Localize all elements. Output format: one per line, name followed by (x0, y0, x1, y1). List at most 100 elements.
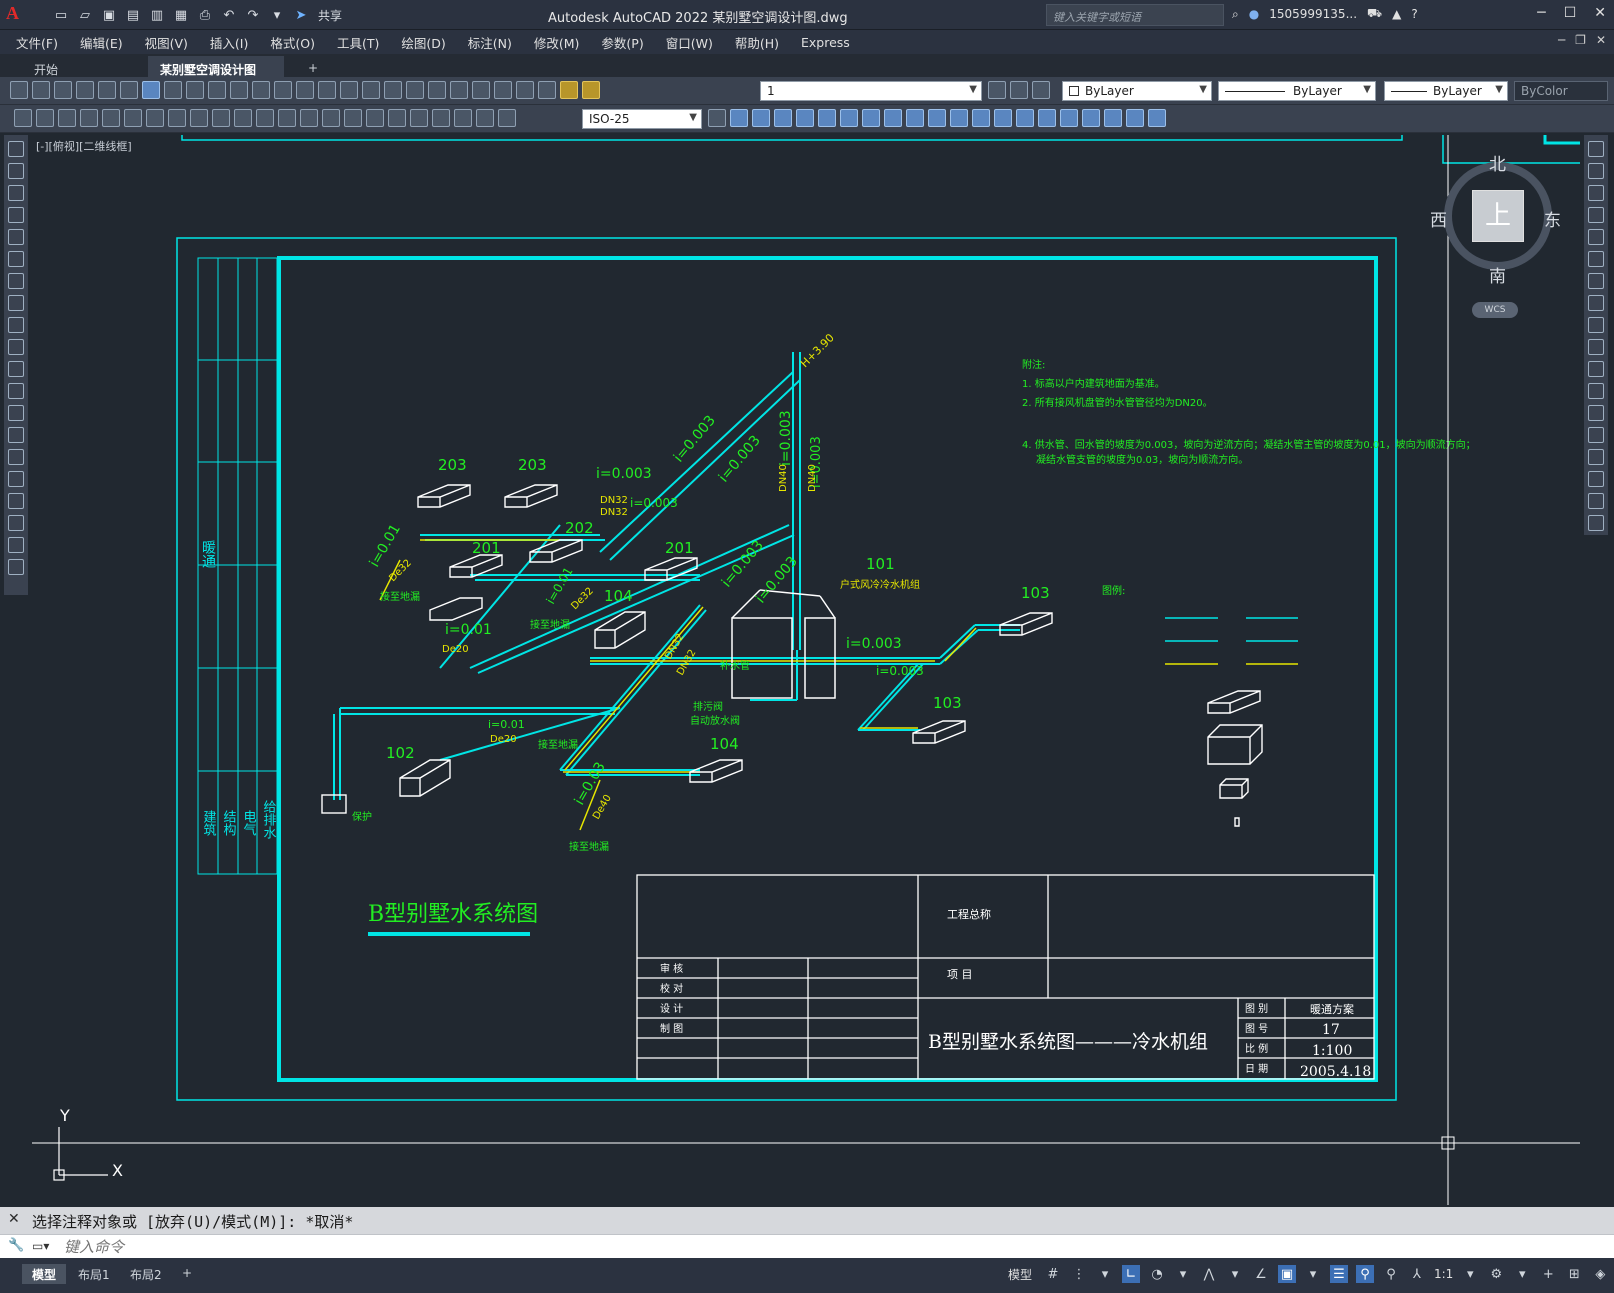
tb-markup-icon[interactable] (472, 81, 490, 99)
tb-new-icon[interactable] (10, 81, 28, 99)
explode-icon[interactable] (1588, 515, 1604, 531)
chevron-down-icon[interactable]: ▾ (1461, 1265, 1479, 1283)
view-cube-top-face[interactable]: 上 (1472, 190, 1524, 242)
revision-cloud-icon[interactable] (8, 295, 24, 311)
menu-insert[interactable]: 插入(I) (210, 33, 248, 52)
join-icon[interactable] (1588, 427, 1604, 443)
tb-sheetset-icon[interactable] (450, 81, 468, 99)
view-cube[interactable]: 上 北 南 东 西 WCS (1430, 150, 1565, 320)
tb-dim-diameter-icon[interactable] (212, 109, 230, 127)
multiline-text-icon[interactable] (8, 537, 24, 553)
polar-icon[interactable]: ◔ (1148, 1265, 1166, 1283)
menu-tools[interactable]: 工具(T) (337, 33, 379, 52)
insert-block-icon[interactable] (8, 383, 24, 399)
tb-zoom-previous-icon[interactable] (362, 81, 380, 99)
layer-dropdown[interactable]: 1 ▼ (760, 81, 982, 101)
user-name[interactable]: 1505999135... (1269, 7, 1357, 21)
tb-design-center-icon[interactable] (406, 81, 424, 99)
annotation-visibility-icon[interactable]: ⚲ (1356, 1265, 1374, 1283)
maximize-button[interactable]: ☐ (1564, 5, 1577, 21)
lineweight-icon[interactable]: ☰ (1330, 1265, 1348, 1283)
polygon-icon[interactable] (8, 207, 24, 223)
save-as-icon[interactable]: ▤ (124, 6, 142, 24)
search-input[interactable]: 键入关键字或短语 (1046, 4, 1224, 26)
customize-qat-icon[interactable]: ▾ (268, 6, 286, 24)
tb-tolerance-icon[interactable] (366, 109, 384, 127)
lineweight-dropdown[interactable]: ByLayer ▼ (1384, 81, 1508, 101)
tb-subtract-icon[interactable] (752, 109, 770, 127)
break-at-point-icon[interactable] (1588, 383, 1604, 399)
arc-icon[interactable] (8, 251, 24, 267)
circle-icon[interactable] (8, 273, 24, 289)
tb-pan-icon[interactable] (296, 81, 314, 99)
object-snap-tracking-icon[interactable]: ∠ (1252, 1265, 1270, 1283)
table-icon[interactable] (8, 515, 24, 531)
compass-east[interactable]: 东 (1544, 206, 1561, 231)
tb-undo-icon[interactable] (252, 81, 270, 99)
tb-section-icon[interactable] (884, 109, 902, 127)
tb-dim-update-icon[interactable] (498, 109, 516, 127)
isolate-objects-icon[interactable]: ◈ (1591, 1265, 1609, 1283)
gradient-icon[interactable] (8, 471, 24, 487)
extend-icon[interactable] (1588, 361, 1604, 377)
minimize-button[interactable]: ─ (1537, 5, 1545, 21)
tb-print-icon[interactable] (76, 81, 94, 99)
print-icon[interactable]: ⎙ (196, 6, 214, 24)
compass-north[interactable]: 北 (1489, 150, 1506, 175)
layout-tab-1[interactable]: 布局1 (68, 1264, 120, 1284)
menu-draw[interactable]: 绘图(D) (401, 33, 445, 52)
menu-dimension[interactable]: 标注(N) (468, 33, 512, 52)
close-window-button[interactable]: ✕ (1594, 5, 1606, 21)
help-icon[interactable]: ? (1411, 7, 1417, 21)
tb-dim-aligned-icon[interactable] (102, 109, 120, 127)
doc-close-button[interactable]: ✕ (1596, 33, 1606, 47)
tb-intersect-icon[interactable] (774, 109, 792, 127)
search-icon[interactable]: ⌕ (1232, 7, 1239, 22)
tb-properties-icon[interactable] (384, 81, 402, 99)
save-icon[interactable]: ▣ (100, 6, 118, 24)
autodesk-app-icon[interactable]: ▲ (1392, 7, 1401, 21)
tb-interfere-icon[interactable] (862, 109, 880, 127)
tb-match-icon[interactable] (14, 109, 32, 127)
undo-icon[interactable]: ↶ (220, 6, 238, 24)
doc-minimize-button[interactable]: ─ (1558, 33, 1565, 47)
tb-dimtext-edit-icon[interactable] (476, 109, 494, 127)
mirror-icon[interactable] (1588, 185, 1604, 201)
tb-dim-continue-icon[interactable] (300, 109, 318, 127)
chevron-down-icon[interactable]: ▾ (1174, 1265, 1192, 1283)
tb-layiso-icon[interactable] (58, 109, 76, 127)
polyline-icon[interactable] (8, 185, 24, 201)
publish-icon[interactable]: ▥ (148, 6, 166, 24)
tb-colour-edges-icon[interactable] (972, 109, 990, 127)
menu-window[interactable]: 窗口(W) (666, 33, 713, 52)
tb-clean-icon[interactable] (1060, 109, 1078, 127)
plot-preview-icon[interactable]: ▦ (172, 6, 190, 24)
tb-redo-icon[interactable] (274, 81, 292, 99)
menu-edit[interactable]: 编辑(E) (80, 33, 123, 52)
ellipse-icon[interactable] (8, 339, 24, 355)
share-button[interactable]: 共享 (318, 7, 342, 24)
tb-layer-previous-icon[interactable] (1010, 81, 1028, 99)
tb-make-current-icon[interactable] (988, 81, 1006, 99)
color-dropdown[interactable]: ByLayer ▼ (1062, 81, 1212, 101)
chevron-down-icon[interactable]: ▾ (1096, 1265, 1114, 1283)
close-icon[interactable]: ✕ (8, 1211, 20, 1227)
autocad-logo[interactable]: A (6, 3, 28, 25)
copy-icon[interactable] (1588, 163, 1604, 179)
tb-extract-edges-icon[interactable] (928, 109, 946, 127)
rotate-icon[interactable] (1588, 273, 1604, 289)
tb-dim-arc-icon[interactable] (124, 109, 142, 127)
line-tool-icon[interactable] (8, 141, 24, 157)
tb-layer-freeze-icon[interactable] (582, 81, 600, 99)
menu-format[interactable]: 格式(O) (270, 33, 315, 52)
isodraft-icon[interactable]: ⋀ (1200, 1265, 1218, 1283)
wrench-icon[interactable]: 🔧 (8, 1238, 24, 1253)
menu-help[interactable]: 帮助(H) (735, 33, 779, 52)
tb-extrude-icon[interactable] (796, 109, 814, 127)
tb-paste-icon[interactable] (208, 81, 226, 99)
layout-tab-2[interactable]: 布局2 (120, 1264, 172, 1284)
snap-icon[interactable]: ⋮ (1070, 1265, 1088, 1283)
cart-icon[interactable]: ⛟ (1367, 6, 1382, 22)
hatch-icon[interactable] (8, 449, 24, 465)
new-file-icon[interactable]: ▭ (52, 6, 70, 24)
